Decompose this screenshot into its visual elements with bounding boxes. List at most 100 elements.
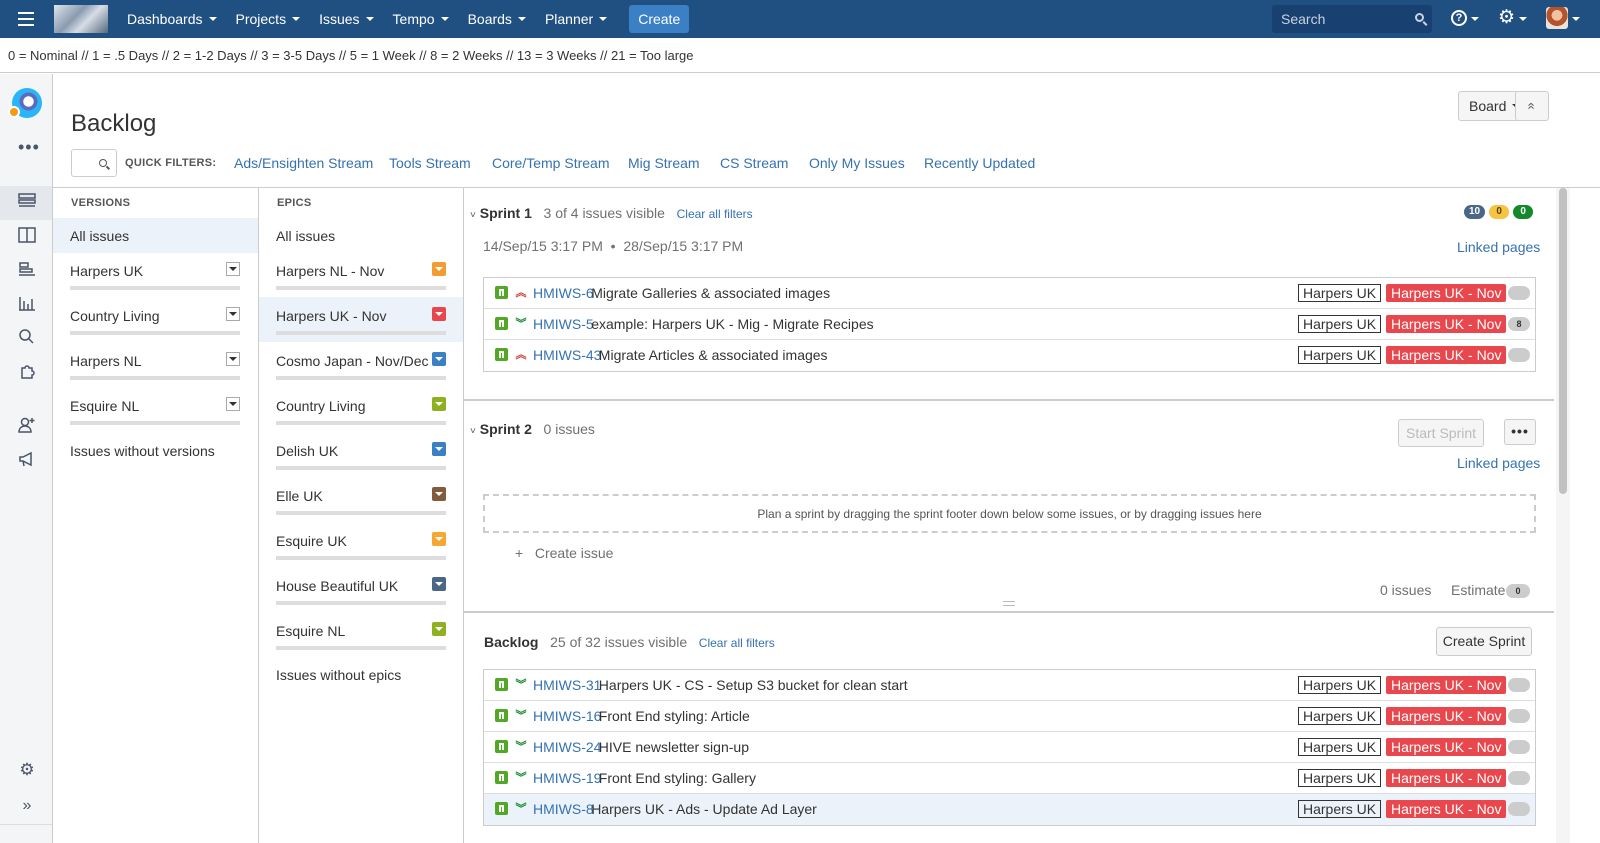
- search-input[interactable]: Search: [1272, 5, 1432, 33]
- dropdown-icon[interactable]: [226, 307, 240, 321]
- issue-row[interactable]: ︽ HMIWS-43 Migrate Articles & associated i…: [484, 340, 1535, 371]
- epic-color-dropdown-icon[interactable]: [432, 577, 446, 591]
- dropdown-icon[interactable]: [226, 352, 240, 366]
- collapse-header-button[interactable]: «: [1515, 91, 1549, 121]
- plus-icon: +: [515, 545, 524, 561]
- quick-filter-my-issues[interactable]: Only My Issues: [809, 155, 905, 171]
- version-item[interactable]: Country Living: [70, 299, 240, 344]
- app-switcher-icon[interactable]: [0, 0, 52, 38]
- version-item[interactable]: Harpers UK: [70, 254, 240, 299]
- epic-item[interactable]: House Beautiful UK: [276, 569, 446, 614]
- epic-item[interactable]: Esquire UK: [276, 524, 446, 569]
- epic-item[interactable]: Country Living: [276, 389, 446, 434]
- issue-row[interactable]: ︾ HMIWS-24 HIVE newsletter sign-up Harpers …: [484, 732, 1535, 763]
- sprint-dropzone[interactable]: Plan a sprint by dragging the sprint foo…: [483, 494, 1536, 533]
- nav-dashboards[interactable]: Dashboards: [127, 11, 217, 27]
- clear-filters-link[interactable]: Clear all filters: [699, 636, 775, 650]
- help-icon[interactable]: ?: [1451, 10, 1467, 26]
- more-icon[interactable]: •••: [18, 137, 40, 158]
- epic-color-dropdown-icon[interactable]: [432, 622, 446, 636]
- epic-color-dropdown-icon[interactable]: [432, 487, 446, 501]
- quick-filter-ads[interactable]: Ads/Ensighten Stream: [234, 155, 373, 171]
- epic-color-dropdown-icon[interactable]: [432, 307, 446, 321]
- backlog-search-input[interactable]: [71, 149, 117, 177]
- versions-all-issues[interactable]: All issues: [53, 218, 258, 253]
- linked-pages-link[interactable]: Linked pages: [1457, 455, 1540, 471]
- gear-icon[interactable]: ⚙: [1498, 8, 1515, 28]
- issues-without-epics[interactable]: Issues without epics: [276, 667, 401, 683]
- epics-all-issues[interactable]: All issues: [259, 218, 463, 253]
- epic-item[interactable]: Delish UK: [276, 434, 446, 479]
- epic-color-dropdown-icon[interactable]: [432, 442, 446, 456]
- epic-color-dropdown-icon[interactable]: [432, 397, 446, 411]
- feedback-icon[interactable]: [17, 449, 37, 469]
- addons-icon[interactable]: [17, 361, 37, 381]
- issue-row[interactable]: ︾ HMIWS-19 Front End styling: Gallery Harpe…: [484, 763, 1535, 794]
- issues-icon[interactable]: [17, 327, 37, 347]
- issue-key[interactable]: HMIWS-6: [533, 285, 594, 301]
- issue-key[interactable]: HMIWS-24: [533, 739, 601, 755]
- releases-icon[interactable]: [17, 259, 37, 279]
- estimate-badge: [1508, 771, 1530, 785]
- scrollbar[interactable]: [1556, 188, 1570, 843]
- sprint1-header[interactable]: ˅ Sprint 1 3 of 4 issues visible Clear a…: [470, 205, 753, 221]
- create-button[interactable]: Create: [629, 5, 690, 33]
- issue-key[interactable]: HMIWS-19: [533, 770, 601, 786]
- sprint-actions-button[interactable]: •••: [1504, 419, 1536, 445]
- quick-filter-mig[interactable]: Mig Stream: [628, 155, 700, 171]
- dropdown-icon[interactable]: [226, 397, 240, 411]
- reports-icon[interactable]: [17, 293, 37, 313]
- avatar[interactable]: [1546, 7, 1568, 29]
- quick-filter-cs[interactable]: CS Stream: [720, 155, 788, 171]
- issue-row[interactable]: ︾ HMIWS-5 example: Harpers UK - Mig - Migr…: [484, 309, 1535, 340]
- epic-item[interactable]: Harpers UK - Nov: [276, 299, 446, 344]
- create-sprint-button[interactable]: Create Sprint: [1436, 627, 1532, 656]
- expand-sidebar-icon[interactable]: »: [17, 796, 37, 816]
- epic-color-dropdown-icon[interactable]: [432, 262, 446, 276]
- sprint-footer-drag-handle[interactable]: [1003, 601, 1015, 606]
- start-sprint-button[interactable]: Start Sprint: [1398, 419, 1484, 447]
- quick-filter-tools[interactable]: Tools Stream: [389, 155, 471, 171]
- issue-row[interactable]: ︾ HMIWS-16 Front End styling: Article Harpe…: [484, 701, 1535, 732]
- nav-boards[interactable]: Boards: [468, 11, 526, 27]
- site-logo[interactable]: [54, 5, 108, 33]
- epic-color-dropdown-icon[interactable]: [432, 532, 446, 546]
- issue-key[interactable]: HMIWS-5: [533, 316, 594, 332]
- version-item[interactable]: Harpers NL: [70, 344, 240, 389]
- linked-pages-link[interactable]: Linked pages: [1457, 239, 1540, 255]
- epic-item[interactable]: Elle UK: [276, 479, 446, 524]
- epic-item[interactable]: Harpers NL - Nov: [276, 254, 446, 299]
- sprint2-header[interactable]: ˅ Sprint 2 0 issues: [470, 421, 595, 437]
- epic-color-dropdown-icon[interactable]: [432, 352, 446, 366]
- issue-key[interactable]: HMIWS-31: [533, 677, 601, 693]
- project-avatar-icon[interactable]: [8, 88, 42, 118]
- backlog-icon[interactable]: [17, 191, 37, 211]
- clear-filters-link[interactable]: Clear all filters: [677, 207, 753, 221]
- dropdown-icon[interactable]: [226, 262, 240, 276]
- version-item[interactable]: Esquire NL: [70, 389, 240, 434]
- epic-label: Harpers UK - Nov: [1386, 707, 1507, 725]
- scrollbar-thumb[interactable]: [1559, 188, 1567, 494]
- issue-key[interactable]: HMIWS-43: [533, 347, 601, 363]
- add-user-icon[interactable]: [17, 415, 37, 435]
- create-issue-link[interactable]: + Create issue: [515, 545, 613, 561]
- nav-issues[interactable]: Issues: [319, 11, 374, 27]
- nav-projects[interactable]: Projects: [236, 11, 301, 27]
- issue-key[interactable]: HMIWS-8: [533, 801, 594, 817]
- nav-tempo[interactable]: Tempo: [393, 11, 449, 27]
- issue-row[interactable]: ︽ HMIWS-6 Migrate Galleries & associated i…: [484, 278, 1535, 309]
- issues-without-versions[interactable]: Issues without versions: [70, 443, 215, 459]
- chevron-down-icon[interactable]: ˅: [470, 426, 476, 437]
- board-icon[interactable]: [17, 225, 37, 245]
- issue-row[interactable]: ︾ HMIWS-31 Harpers UK - CS - Setup S3 buck…: [484, 670, 1535, 701]
- epic-item[interactable]: Esquire NL: [276, 614, 446, 659]
- issue-row[interactable]: ︾ HMIWS-8 Harpers UK - Ads - Update Ad Lay…: [484, 794, 1535, 825]
- epic-item[interactable]: Cosmo Japan - Nov/Dec: [276, 344, 446, 389]
- nav-planner[interactable]: Planner: [545, 11, 608, 27]
- issue-key[interactable]: HMIWS-16: [533, 708, 601, 724]
- chevron-down-icon[interactable]: ˅: [470, 210, 476, 221]
- settings-icon[interactable]: ⚙: [17, 760, 37, 780]
- quick-filter-recently-updated[interactable]: Recently Updated: [924, 155, 1035, 171]
- version-label: Harpers UK: [70, 263, 144, 279]
- quick-filter-core[interactable]: Core/Temp Stream: [492, 155, 609, 171]
